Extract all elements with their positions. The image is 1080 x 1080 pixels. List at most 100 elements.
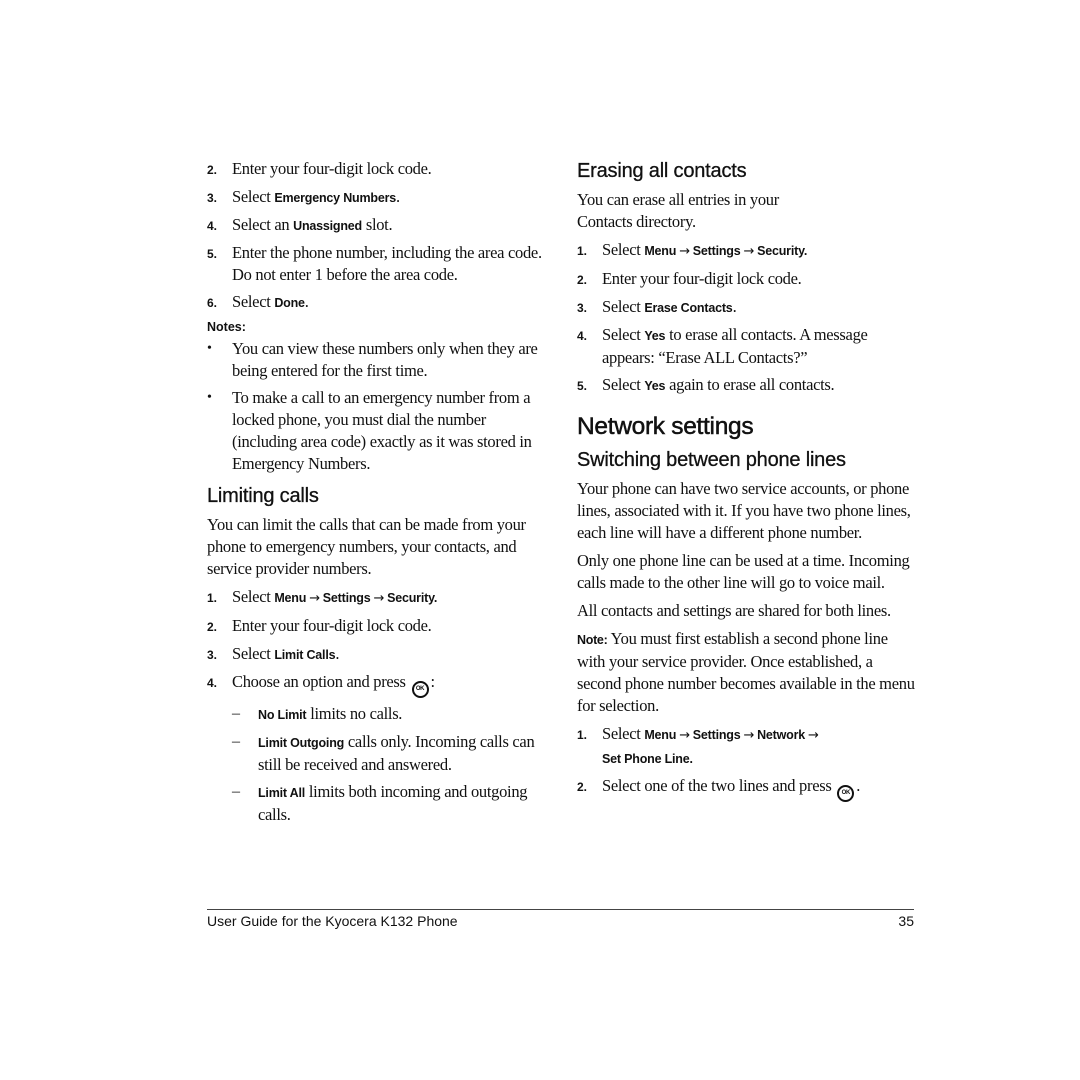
bullet-icon: • — [207, 341, 212, 356]
option-text: Limit Outgoing calls only. Incoming call… — [258, 731, 547, 776]
dash-icon: – — [232, 705, 240, 722]
step-number: 1. — [207, 591, 218, 605]
arrow-right-icon: → — [743, 728, 755, 743]
ok-button-icon: OK — [411, 681, 429, 698]
step-number: 3. — [207, 191, 218, 205]
text: Select an — [232, 215, 294, 234]
step-number: 5. — [207, 247, 218, 261]
dash-icon: – — [232, 783, 240, 800]
menu-item-name: Network — [757, 728, 806, 742]
menu-item-name: Menu — [274, 591, 307, 605]
section-heading-network-settings: Network settings — [577, 413, 754, 441]
arrow-right-icon: → — [309, 591, 320, 606]
text: Select — [232, 292, 275, 311]
step-number: 2. — [577, 780, 588, 794]
text: Select — [602, 375, 645, 394]
step-number: 2. — [577, 273, 588, 287]
step-text: Select Menu → Settings → Security. — [602, 239, 917, 263]
step-1: 1. Select Menu → Settings → Security. — [207, 586, 547, 610]
option-item: – No Limit limits no calls. — [232, 703, 547, 726]
step-5: 5. Select Yes again to erase all contact… — [577, 374, 917, 397]
arrow-right-icon: → — [808, 728, 819, 743]
step-2: 2. Enter your four-digit lock code. — [207, 615, 547, 638]
menu-item-name: Emergency Numbers — [274, 191, 396, 205]
right-column: Erasing all contacts You can erase all e… — [577, 150, 917, 807]
arrow-right-icon: → — [679, 728, 690, 743]
step-number: 3. — [577, 301, 588, 315]
network-para-3: All contacts and settings are shared for… — [577, 601, 891, 620]
text: limits no calls. — [306, 704, 403, 723]
text: . — [856, 776, 861, 795]
text: Select — [602, 240, 645, 259]
text: Select — [602, 297, 645, 316]
text: Select — [602, 325, 645, 344]
text: Select — [232, 187, 275, 206]
left-column: 2. Enter your four-digit lock code. 3. S… — [207, 158, 547, 831]
menu-item-name: Erase Contacts — [644, 301, 733, 315]
text: . — [335, 644, 340, 663]
dash-icon: – — [232, 733, 240, 750]
menu-item-name: Menu — [644, 728, 677, 742]
note-text: You must first establish a second phone … — [577, 629, 915, 715]
menu-item-name: Menu — [644, 244, 677, 258]
step-text: Enter your four-digit lock code. — [232, 159, 432, 178]
step-6: 6. Select Done. — [207, 291, 547, 314]
step-3: 3. Select Limit Calls. — [207, 643, 547, 666]
menu-item-name: Yes — [644, 379, 666, 393]
step-number: 3. — [207, 648, 218, 662]
note-text: You can view these numbers only when the… — [232, 339, 538, 380]
notes-label: Notes: — [207, 320, 246, 334]
note-item: • To make a call to an emergency number … — [207, 387, 547, 475]
menu-item-name: Set Phone Line — [602, 752, 690, 766]
arrow-right-icon: → — [373, 591, 385, 606]
step-text: Enter the phone number, including the ar… — [232, 243, 542, 284]
step-1: 1. Select Menu → Settings → Security. — [577, 239, 917, 263]
subheading-switching-lines: Switching between phone lines — [577, 449, 846, 471]
menu-item-name: Unassigned — [293, 219, 362, 233]
step-number: 2. — [207, 620, 218, 634]
limiting-calls-intro: You can limit the calls that can be made… — [207, 515, 526, 578]
step-3: 3. Select Emergency Numbers. — [207, 186, 547, 209]
step-number: 4. — [577, 329, 588, 343]
section-heading-limiting-calls: Limiting calls — [207, 485, 319, 507]
text: . — [396, 187, 400, 206]
text: . — [433, 591, 438, 605]
step-number: 1. — [577, 244, 588, 258]
step-text: Enter your four-digit lock code. — [602, 269, 802, 288]
option-name: Limit All — [258, 786, 306, 800]
option-item: – Limit All limits both incoming and out… — [232, 781, 547, 826]
step-number: 4. — [207, 219, 218, 233]
note-item: • You can view these numbers only when t… — [207, 338, 547, 382]
text: Select — [232, 644, 275, 663]
step-number: 6. — [207, 296, 218, 310]
ok-button-icon: OK — [837, 785, 855, 802]
text: . — [304, 292, 309, 311]
step-text: Select Emergency Numbers. — [232, 186, 547, 209]
step-2: 2. Enter your four-digit lock code. — [577, 268, 917, 291]
menu-item-name: Settings — [692, 244, 741, 258]
text: . — [803, 244, 808, 258]
text: again to erase all contacts. — [665, 375, 835, 394]
arrow-right-icon: → — [679, 244, 690, 259]
option-name: No Limit — [258, 708, 307, 722]
menu-item-name: Done — [274, 296, 305, 310]
step-1: 1. Select Menu → Settings → Network → Set Phon… — [577, 723, 917, 770]
option-item: – Limit Outgoing calls only. Incoming ca… — [232, 731, 547, 776]
menu-item-name: Security — [757, 244, 804, 258]
text: Select — [232, 587, 275, 606]
option-text: No Limit limits no calls. — [258, 703, 547, 726]
step-text: Select Menu → Settings → Security. — [232, 586, 547, 610]
step-text: Select Menu → Settings → Network → Set Phone L… — [602, 723, 917, 770]
step-2: 2. Select one of the two lines and press… — [577, 775, 917, 802]
step-number: 5. — [577, 379, 588, 393]
option-text: Limit All limits both incoming and outgo… — [258, 781, 547, 826]
menu-item-name: Security — [387, 591, 434, 605]
step-2: 2. Enter your four-digit lock code. — [207, 158, 547, 181]
network-para-2: Only one phone line can be used at a tim… — [577, 551, 910, 592]
step-text: Select an Unassigned slot. — [232, 214, 547, 237]
option-name: Limit Outgoing — [258, 736, 345, 750]
step-5: 5. Enter the phone number, including the… — [207, 242, 547, 286]
text: . — [689, 752, 694, 766]
network-note: Note: You must first establish a second … — [577, 628, 917, 717]
step-text: Select Limit Calls. — [232, 643, 547, 666]
